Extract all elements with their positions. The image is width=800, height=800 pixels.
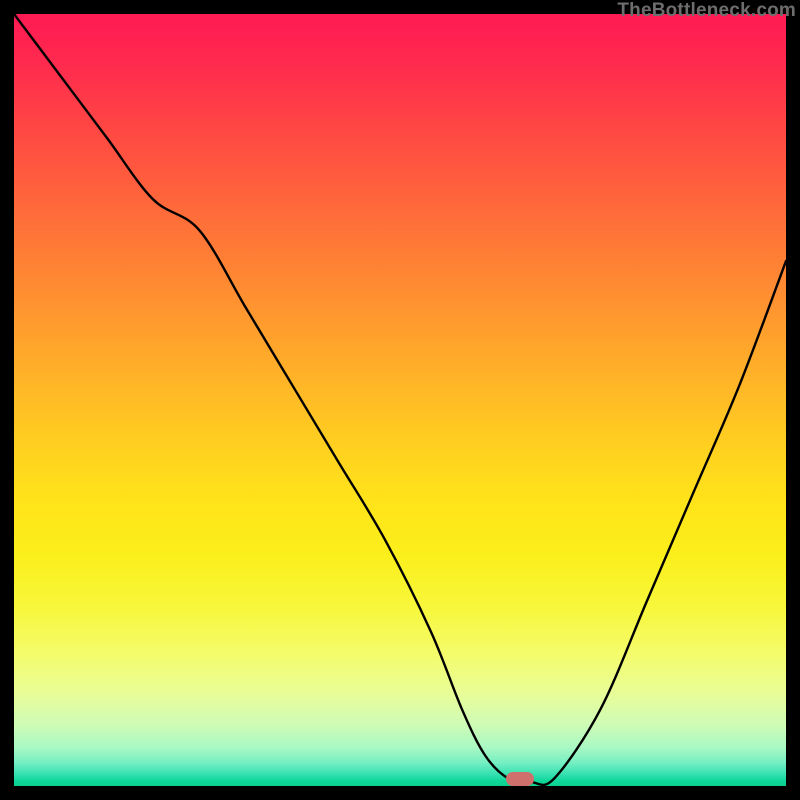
plot-area	[14, 14, 786, 786]
bottleneck-curve	[14, 14, 786, 786]
watermark-text: TheBottleneck.com	[617, 0, 796, 22]
optimal-point-marker	[506, 772, 534, 786]
chart-stage: TheBottleneck.com	[0, 0, 800, 800]
